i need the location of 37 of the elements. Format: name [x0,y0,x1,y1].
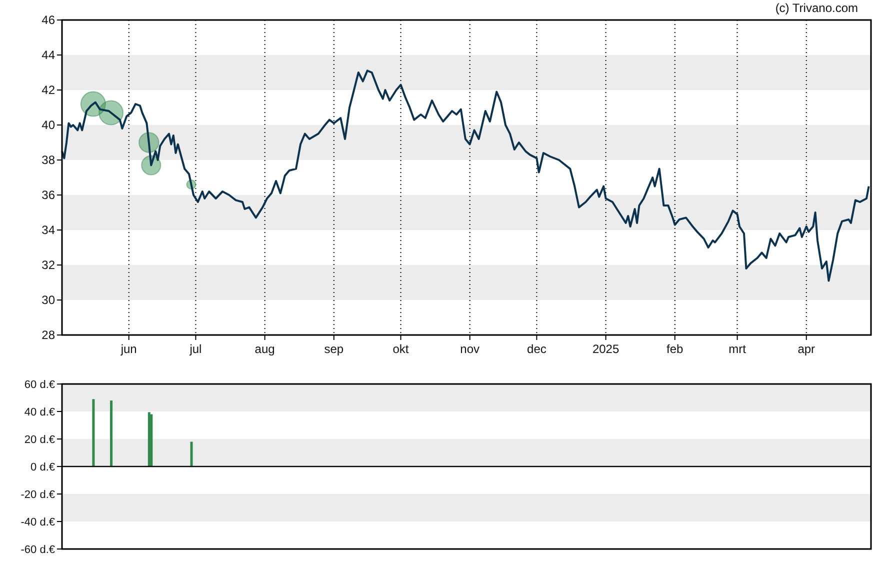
chart-credit: (c) Trivano.com [775,0,858,12]
transaction-bubble [186,180,196,190]
y-axis-label: -60 d.€ [20,544,55,556]
y-axis-label: -20 d.€ [20,489,55,501]
x-axis-label: aug [254,342,275,356]
y-axis-label: 20 d.€ [24,434,55,446]
x-axis-label: nov [460,342,480,356]
x-axis-label: apr [798,342,816,356]
x-axis-label: mrt [728,342,746,356]
transaction-bar [92,399,95,466]
y-axis-label: 36 [42,188,55,202]
y-axis-label: 28 [42,328,55,342]
transaction-bubble [80,91,106,117]
x-axis-label: dec [527,342,546,356]
y-axis-label: 0 d.€ [30,462,55,474]
x-axis-label: jun [120,342,137,356]
y-axis-label: 38 [42,153,55,167]
y-axis-label: -40 d.€ [20,516,55,528]
y-axis-label: 44 [42,48,55,62]
transaction-bubble [138,132,160,153]
y-axis-label: 40 d.€ [24,406,55,418]
x-axis-label: feb [666,342,684,356]
y-axis-label: 42 [42,83,55,97]
x-axis-label: jul [190,342,202,356]
x-axis-label: sep [324,342,344,356]
transaction-bubble [98,100,124,126]
transaction-bar [110,400,113,466]
x-axis-label: 2025 [592,342,620,356]
x-axis-label: okt [392,342,409,356]
transaction-bar [190,442,193,466]
y-axis-label: 34 [42,223,55,237]
y-axis-label: 60 d.€ [24,379,55,391]
y-axis-label: 46 [42,13,55,27]
transaction-bubble [141,155,162,176]
y-axis-label: 32 [42,258,55,272]
y-axis-label: 30 [42,293,55,307]
y-axis-label: 40 [42,118,55,132]
